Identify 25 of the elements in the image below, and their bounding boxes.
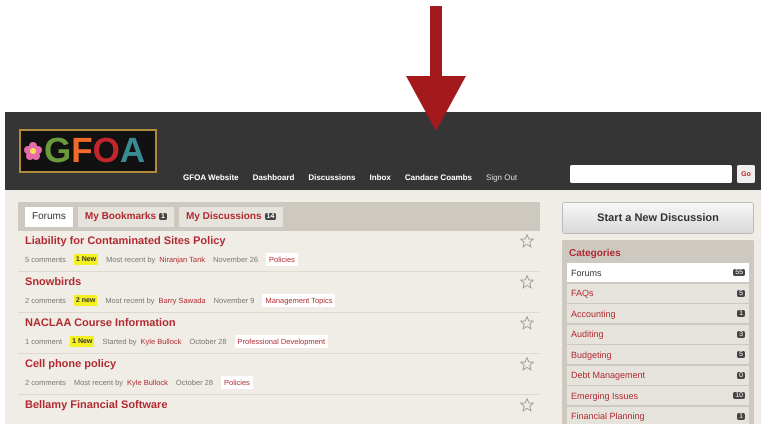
discussion-title[interactable]: NACLAA Course Information (25, 317, 176, 329)
nav-link[interactable]: GFOA Website (183, 173, 239, 182)
nav-link[interactable]: Inbox (370, 173, 391, 182)
flower-icon (23, 141, 43, 161)
search-field[interactable] (570, 165, 732, 183)
new-discussion-button[interactable]: Start a New Discussion (562, 202, 754, 234)
panel-title: Categories (569, 248, 622, 259)
nav-link[interactable]: Candace Coambs (404, 173, 472, 182)
discussion-title[interactable]: Liability for Contaminated Sites Policy (25, 235, 226, 247)
logo-letter: F (71, 132, 93, 170)
star-icon[interactable] (520, 357, 534, 371)
logo-letter: G (44, 132, 72, 170)
nav-link[interactable]: Dashboard (252, 173, 294, 182)
star-icon[interactable] (520, 398, 534, 412)
logo-letter: O (92, 132, 120, 170)
logo-letter: A (120, 132, 146, 170)
discussion-title[interactable]: Cell phone policy (25, 358, 116, 370)
nav-link[interactable]: Discussions (308, 173, 356, 182)
nav-link[interactable]: Sign Out (486, 173, 518, 182)
star-icon[interactable] (520, 316, 534, 330)
discussion-title[interactable]: Snowbirds (25, 276, 82, 288)
discussion-title[interactable]: Bellamy Financial Software (25, 399, 168, 411)
star-icon[interactable] (520, 234, 534, 248)
tab[interactable]: Forums (25, 206, 73, 226)
star-icon[interactable] (520, 275, 534, 289)
